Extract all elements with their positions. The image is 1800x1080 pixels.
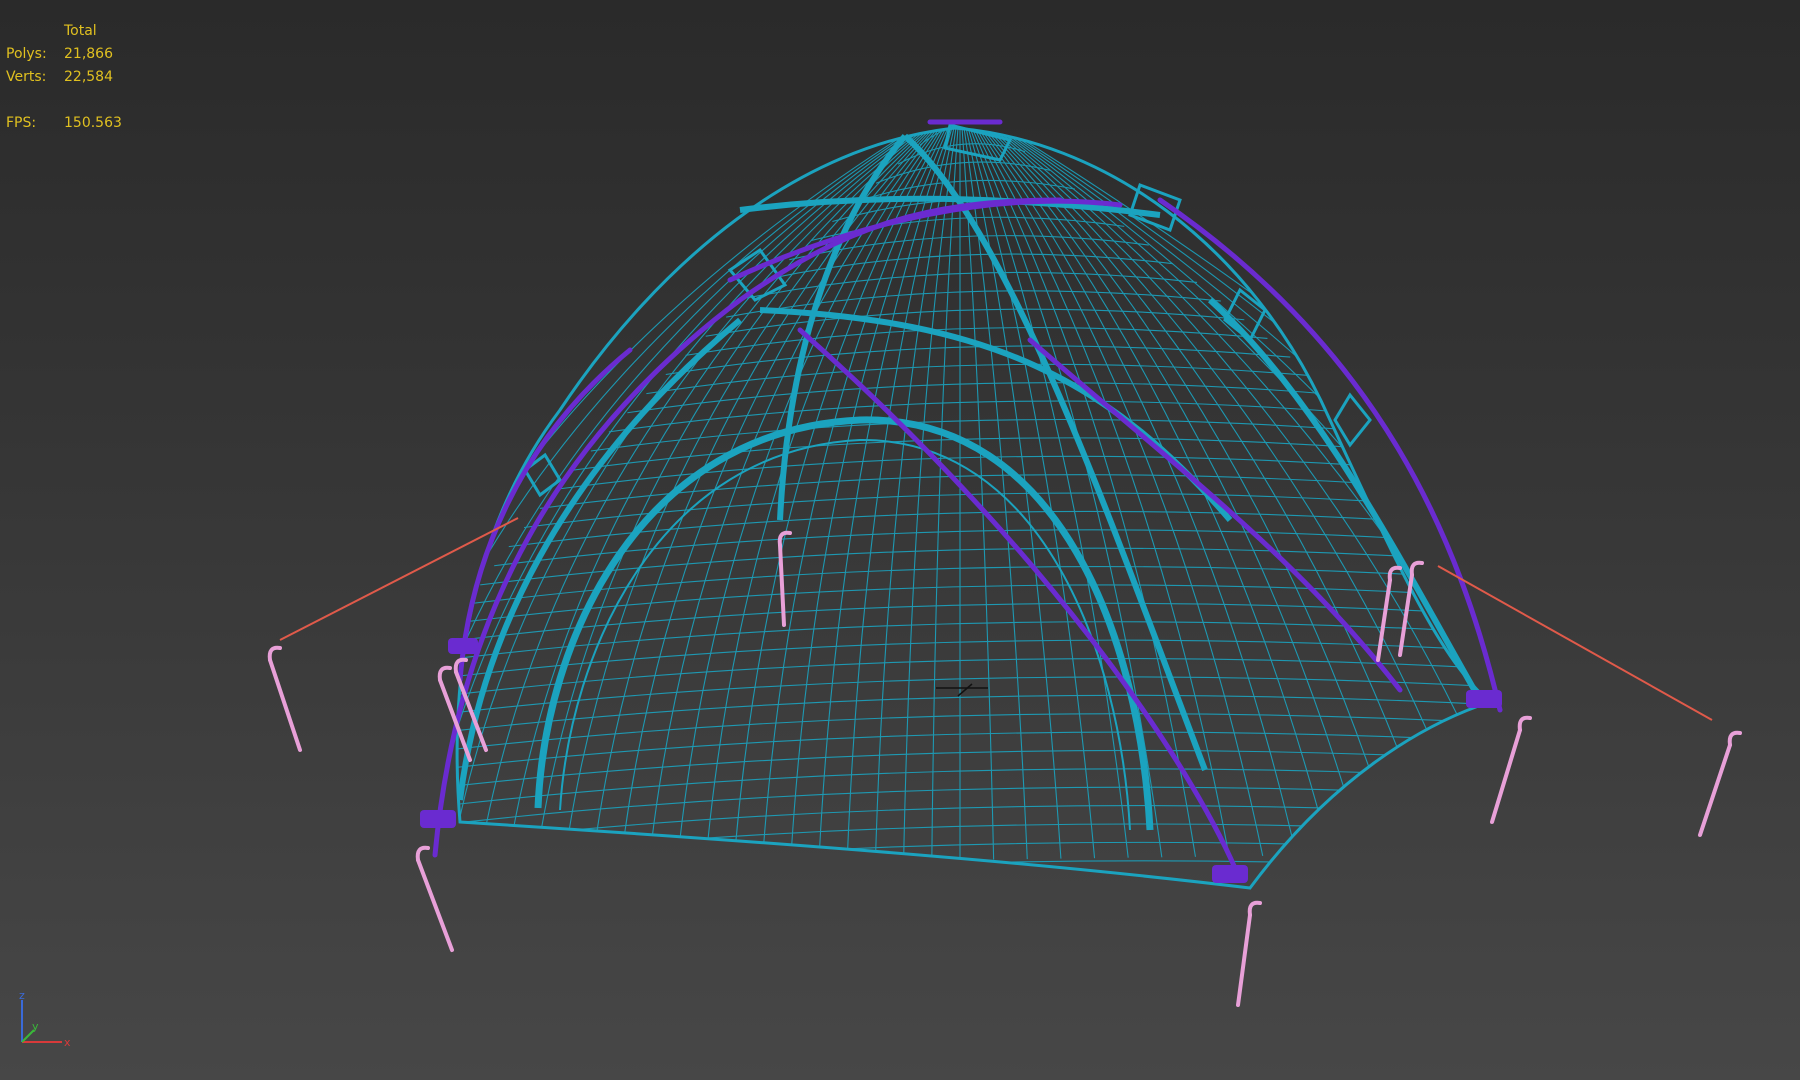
- verts-label: Verts:: [6, 69, 47, 85]
- axis-y-label: y: [32, 1020, 39, 1033]
- stats-header: Total: [64, 23, 97, 39]
- pivot-gizmo: [936, 683, 988, 697]
- axis-x-label: x: [64, 1036, 71, 1049]
- fps-value: 150.563: [64, 115, 122, 131]
- verts-value: 22,584: [64, 69, 113, 85]
- axis-gizmo: z y x: [19, 990, 71, 1049]
- axis-z-label: z: [19, 990, 25, 1002]
- polys-label: Polys:: [6, 46, 47, 62]
- tent-mesh: [457, 128, 1491, 888]
- tent-stakes: [267, 530, 1742, 1007]
- tent-frame-poles: [432, 119, 1503, 883]
- tent-door: [534, 416, 1154, 831]
- tent-wireframe-model[interactable]: [0, 0, 1800, 1080]
- tent-seams: [457, 133, 1483, 801]
- fps-label: FPS:: [6, 115, 37, 131]
- polys-value: 21,866: [64, 46, 113, 62]
- tent-outline: [455, 126, 1494, 890]
- 3d-viewport[interactable]: Total Polys: 21,866 Verts: 22,584 FPS: 1…: [0, 0, 1800, 1080]
